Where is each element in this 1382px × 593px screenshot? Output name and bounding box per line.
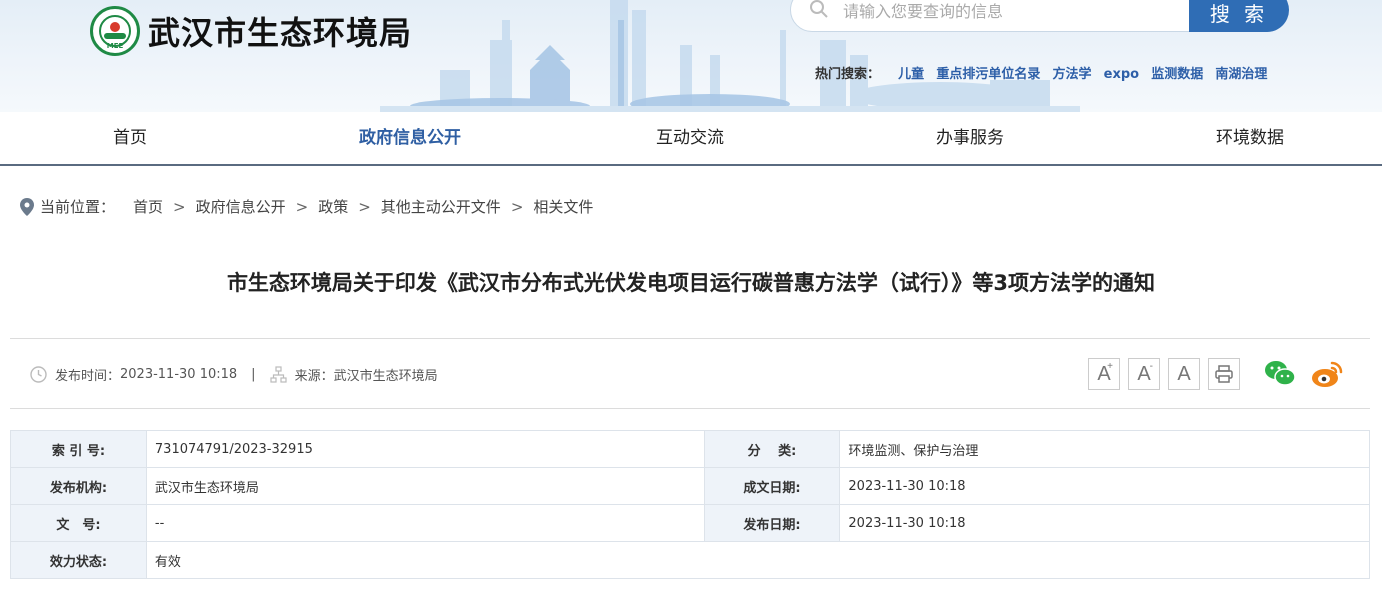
font-reset-glyph: A	[1177, 363, 1191, 385]
breadcrumb: 当前位置： 首页 > 政府信息公开 > 政策 > 其他主动公开文件 > 相关文件	[20, 196, 593, 217]
index-label: 索 引 号:	[10, 430, 147, 468]
issuer-value: 武汉市生态环境局	[145, 467, 705, 505]
table-row: 效力状态: 有效	[10, 541, 1371, 579]
location-pin-icon	[20, 197, 34, 216]
reading-tools: A + A- A	[1088, 358, 1248, 390]
doc-number-value: --	[145, 504, 705, 542]
written-date-value: 2023-11-30 10:18	[839, 467, 1370, 505]
hot-search-item[interactable]: expo	[1104, 67, 1139, 82]
category-label: 分 类:	[703, 430, 841, 468]
logo-wave	[104, 33, 126, 39]
publish-date-value: 2023-11-30 10:18	[839, 504, 1370, 542]
publish-date-label: 发布日期:	[703, 504, 841, 542]
font-smaller-mark: -	[1149, 361, 1153, 372]
font-reset-button[interactable]: A	[1168, 358, 1200, 390]
breadcrumb-item[interactable]: 首页	[133, 196, 163, 217]
weibo-share-icon[interactable]	[1310, 358, 1344, 390]
issuer-label: 发布机构:	[10, 467, 147, 505]
publish-time-label: 发布时间：	[55, 369, 121, 384]
logo-sun	[110, 22, 120, 32]
breadcrumb-item[interactable]: 政府信息公开	[196, 196, 286, 217]
print-button[interactable]	[1208, 358, 1240, 390]
breadcrumb-item[interactable]: 相关文件	[533, 196, 593, 217]
index-value: 731074791/2023-32915	[145, 430, 705, 468]
source-value: 武汉市生态环境局	[333, 369, 438, 384]
status-value: 有效	[145, 541, 1371, 579]
nav-item-home[interactable]: 首页	[30, 112, 230, 164]
search-input[interactable]	[843, 0, 1173, 23]
table-row: 文 号: -- 发布日期: 2023-11-30 10:18	[10, 504, 1370, 542]
category-value: 环境监测、保护与治理	[839, 430, 1370, 468]
article-title: 市生态环境局关于印发《武汉市分布式光伏发电项目运行碳普惠方法学（试行）》等3项方…	[226, 271, 1156, 295]
hot-search-item[interactable]: 监测数据	[1151, 67, 1203, 82]
article-meta: 发布时间： 2023-11-30 10:18 | 来源： 武汉市生态环境局	[30, 365, 438, 384]
nav-item-services[interactable]: 办事服务	[870, 112, 1070, 164]
font-larger-mark: +	[1107, 361, 1113, 372]
document-info-table: 索 引 号: 731074791/2023-32915 分 类: 环境监测、保护…	[10, 430, 1371, 579]
search-button[interactable]: 搜 索	[1189, 0, 1289, 32]
main-nav: 首页 政府信息公开 互动交流 办事服务 环境数据	[0, 112, 1382, 166]
hot-search: 热门搜索： 儿童 重点排污单位名录 方法学 expo 监测数据 南湖治理	[815, 63, 1275, 82]
written-date-label: 成文日期:	[703, 467, 841, 505]
divider-line	[10, 408, 1370, 409]
search-box	[790, 0, 1190, 32]
wechat-share-icon[interactable]	[1263, 358, 1297, 390]
breadcrumb-separator: >	[510, 197, 524, 216]
hot-search-item[interactable]: 方法学	[1052, 67, 1091, 82]
hot-search-item[interactable]: 重点排污单位名录	[936, 67, 1040, 82]
meta-divider: |	[251, 367, 256, 382]
publish-time: 2023-11-30 10:18	[120, 367, 238, 382]
breadcrumb-item[interactable]: 政策	[318, 196, 348, 217]
site-title[interactable]: 武汉市生态环境局	[148, 8, 412, 54]
source-label: 来源：	[294, 369, 334, 384]
breadcrumb-separator: >	[173, 197, 186, 216]
breadcrumb-separator: >	[358, 197, 371, 216]
hot-search-item[interactable]: 儿童	[898, 67, 924, 82]
hot-search-label: 热门搜索：	[815, 67, 881, 82]
org-chart-icon	[269, 366, 287, 383]
status-label: 效力状态:	[10, 541, 147, 579]
clock-icon	[30, 366, 47, 383]
divider-line	[10, 338, 1370, 339]
logo-text: MEE	[106, 42, 124, 50]
search-icon	[810, 0, 828, 18]
table-row: 索 引 号: 731074791/2023-32915 分 类: 环境监测、保护…	[10, 430, 1370, 468]
hot-search-item[interactable]: 南湖治理	[1215, 67, 1267, 82]
font-smaller-button[interactable]: A-	[1128, 358, 1160, 390]
font-larger-button[interactable]: A +	[1088, 358, 1120, 390]
table-row: 发布机构: 武汉市生态环境局 成文日期: 2023-11-30 10:18	[10, 467, 1370, 505]
breadcrumb-separator: >	[295, 197, 309, 216]
printer-icon	[1215, 365, 1233, 383]
breadcrumb-label: 当前位置：	[40, 198, 116, 216]
breadcrumb-item[interactable]: 其他主动公开文件	[381, 196, 501, 217]
header-banner: MEE 武汉市生态环境局 搜 索 热门搜索： 儿童 重点排污单位名录 方法学 e…	[0, 0, 1382, 112]
font-smaller-glyph: A	[1137, 363, 1151, 385]
mee-logo-icon[interactable]: MEE	[90, 6, 140, 56]
nav-item-interaction[interactable]: 互动交流	[590, 112, 790, 164]
nav-item-env-data[interactable]: 环境数据	[1150, 112, 1350, 164]
doc-number-label: 文 号:	[10, 504, 147, 542]
nav-item-gov-info[interactable]: 政府信息公开	[310, 112, 510, 164]
